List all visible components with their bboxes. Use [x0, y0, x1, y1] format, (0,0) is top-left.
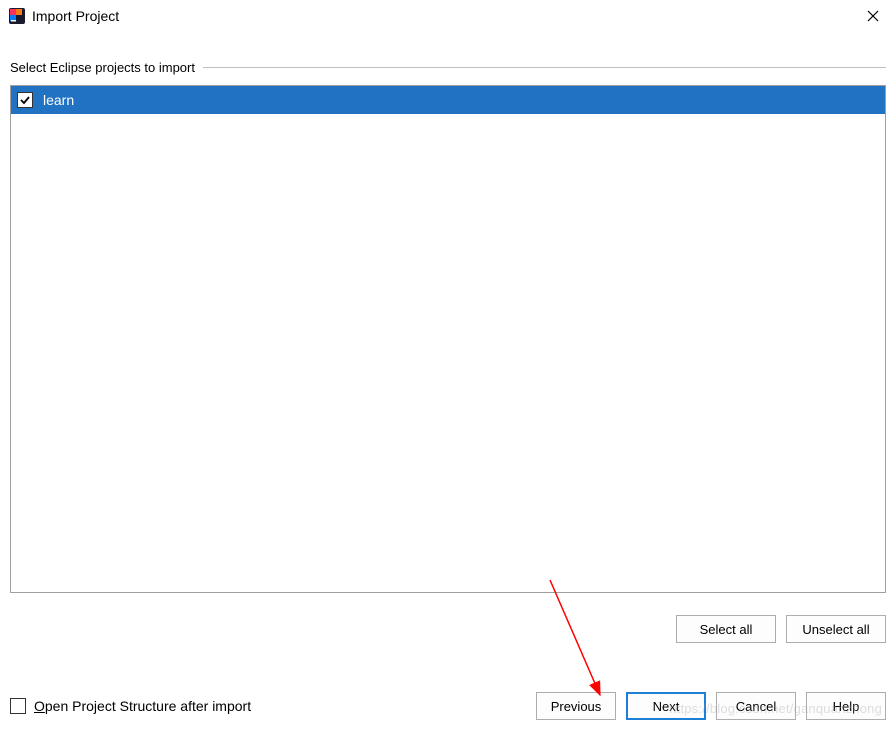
window-title: Import Project: [32, 8, 119, 24]
previous-button[interactable]: Previous: [536, 692, 616, 720]
select-all-button[interactable]: Select all: [676, 615, 776, 643]
section-label: Select Eclipse projects to import: [10, 60, 203, 75]
select-buttons-row: Select all Unselect all: [10, 615, 886, 643]
close-icon: [867, 10, 879, 22]
open-project-structure-option[interactable]: Open Project Structure after import: [10, 698, 251, 714]
help-button[interactable]: Help: [806, 692, 886, 720]
project-name: learn: [43, 92, 74, 108]
project-checkbox[interactable]: [17, 92, 33, 108]
open-structure-checkbox[interactable]: [10, 698, 26, 714]
section-header: Select Eclipse projects to import: [10, 60, 886, 75]
open-structure-label: Open Project Structure after import: [34, 698, 251, 714]
next-button[interactable]: Next: [626, 692, 706, 720]
list-item[interactable]: learn: [11, 86, 885, 114]
section-rule: [203, 67, 886, 68]
check-icon: [19, 94, 31, 106]
project-list[interactable]: learn: [10, 85, 886, 593]
unselect-all-button[interactable]: Unselect all: [786, 615, 886, 643]
cancel-button[interactable]: Cancel: [716, 692, 796, 720]
intellij-icon: [8, 7, 26, 25]
bottom-row: Open Project Structure after import Prev…: [10, 692, 886, 720]
dialog-content: Select Eclipse projects to import learn …: [0, 32, 896, 643]
titlebar: Import Project: [0, 0, 896, 32]
action-buttons: Previous Next Cancel Help: [536, 692, 886, 720]
close-button[interactable]: [858, 4, 888, 28]
titlebar-left: Import Project: [8, 7, 119, 25]
